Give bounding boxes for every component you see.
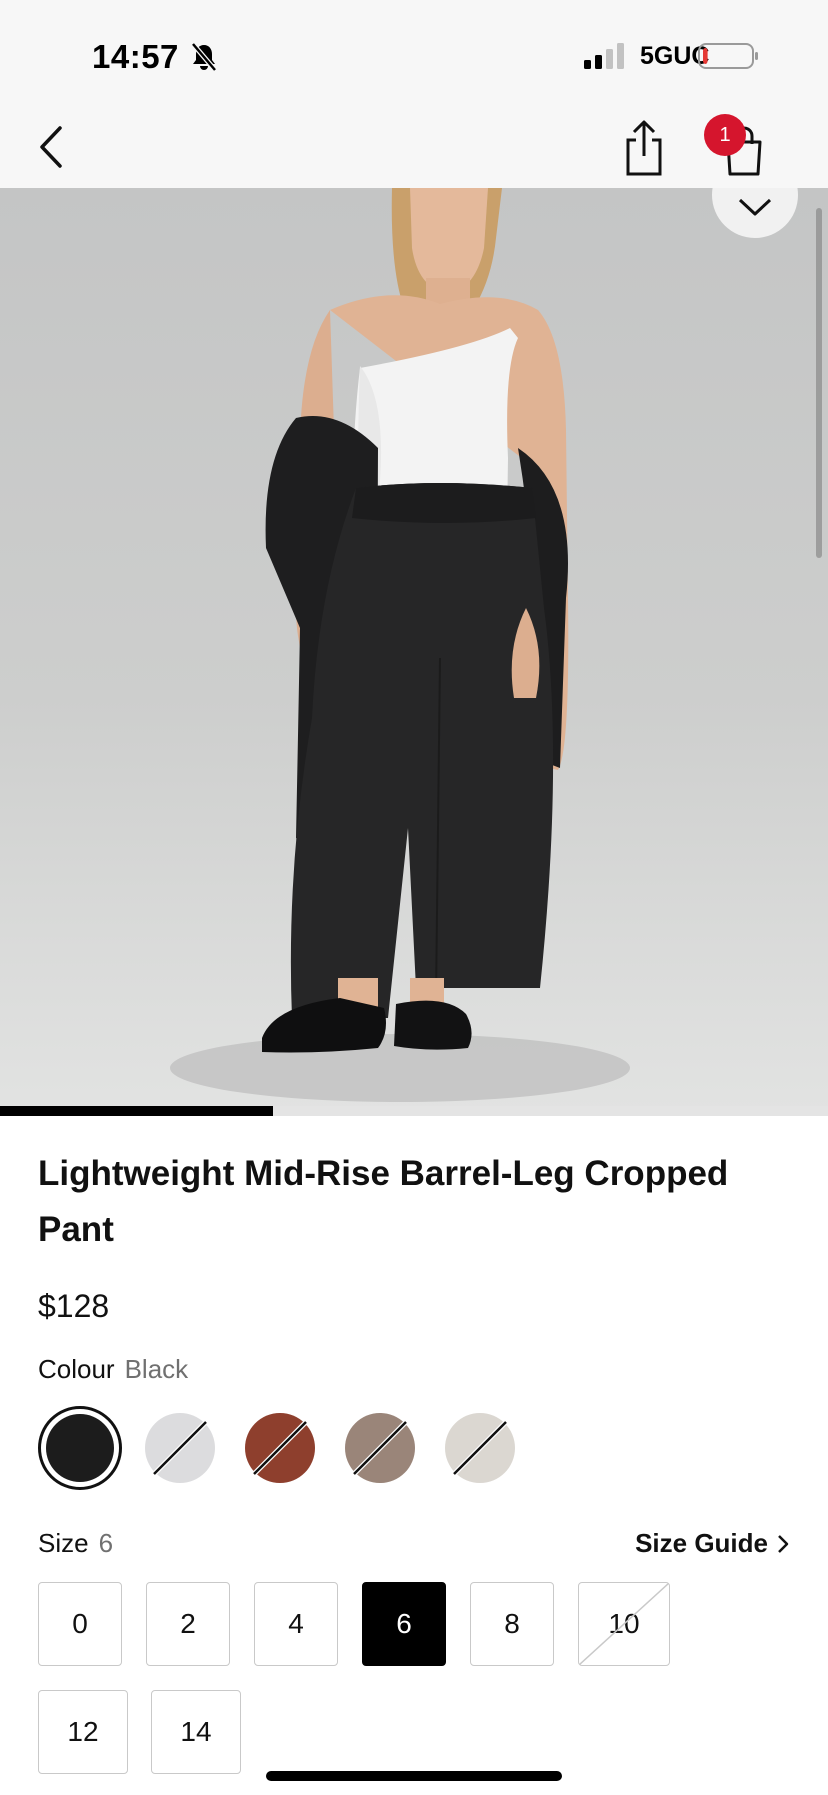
share-icon[interactable] [622,118,666,178]
product-price: $128 [38,1288,110,1324]
page-scroll-indicator [816,208,822,558]
size-guide-label: Size Guide [635,1528,768,1558]
heart-icon [738,198,772,216]
size-option-label: 6 [396,1608,412,1639]
chevron-right-icon [778,1534,789,1553]
size-option-label: 8 [504,1608,520,1639]
home-indicator[interactable] [266,1771,562,1781]
size-guide-link[interactable]: Size Guide [635,1528,790,1559]
size-option-0[interactable]: 0 [38,1582,122,1666]
colour-swatch-fill [46,1414,114,1482]
size-option-label: 2 [180,1608,196,1639]
selected-size-value: 6 [98,1528,114,1558]
status-time: 14:57 [92,38,179,75]
image-carousel-progress-fill [0,1106,274,1116]
colour-swatch-taupe[interactable] [338,1406,422,1490]
size-option-10[interactable]: 10 [578,1582,670,1666]
unavailable-strike-icon [252,1420,308,1476]
unavailable-strike-icon [452,1420,508,1476]
top-nav-bar: 1 [0,108,828,188]
size-label: Size [38,1528,89,1558]
size-option-label: 14 [180,1716,212,1747]
cellular-signal-icon [584,43,624,69]
product-title: Lightweight Mid-Rise Barrel-Leg Cropped … [38,1154,729,1249]
size-option-label: 12 [67,1716,99,1747]
battery-icon [698,43,758,69]
size-option-label: 4 [288,1608,304,1639]
colour-label: Colour [38,1354,115,1384]
size-option-14[interactable]: 14 [151,1690,241,1774]
unavailable-strike-icon [579,1583,669,1665]
image-carousel-progress [0,1106,828,1116]
silent-mode-icon [191,42,217,72]
size-option-12[interactable]: 12 [38,1690,128,1774]
size-selection-header: Size 6 Size Guide [38,1528,790,1559]
selected-colour-value: Black [124,1354,189,1384]
cart-count-badge[interactable]: 1 [704,114,746,156]
product-image-carousel[interactable] [0,188,828,1116]
colour-selection-label: Colour Black [38,1354,188,1385]
product-photo [170,188,630,1102]
size-option-6[interactable]: 6 [362,1582,446,1666]
colour-swatch-rust[interactable] [238,1406,322,1490]
size-option-4[interactable]: 4 [254,1582,338,1666]
size-option-label: 0 [72,1608,88,1639]
colour-swatch-bone[interactable] [438,1406,522,1490]
back-chevron-icon[interactable] [36,122,68,172]
colour-swatch-light-grey[interactable] [138,1406,222,1490]
size-option-2[interactable]: 2 [146,1582,230,1666]
unavailable-strike-icon [352,1420,408,1476]
size-option-8[interactable]: 8 [470,1582,554,1666]
colour-swatch-black[interactable] [38,1406,122,1490]
unavailable-strike-icon [152,1420,208,1476]
status-bar: 14:57 5GUC [0,0,828,108]
